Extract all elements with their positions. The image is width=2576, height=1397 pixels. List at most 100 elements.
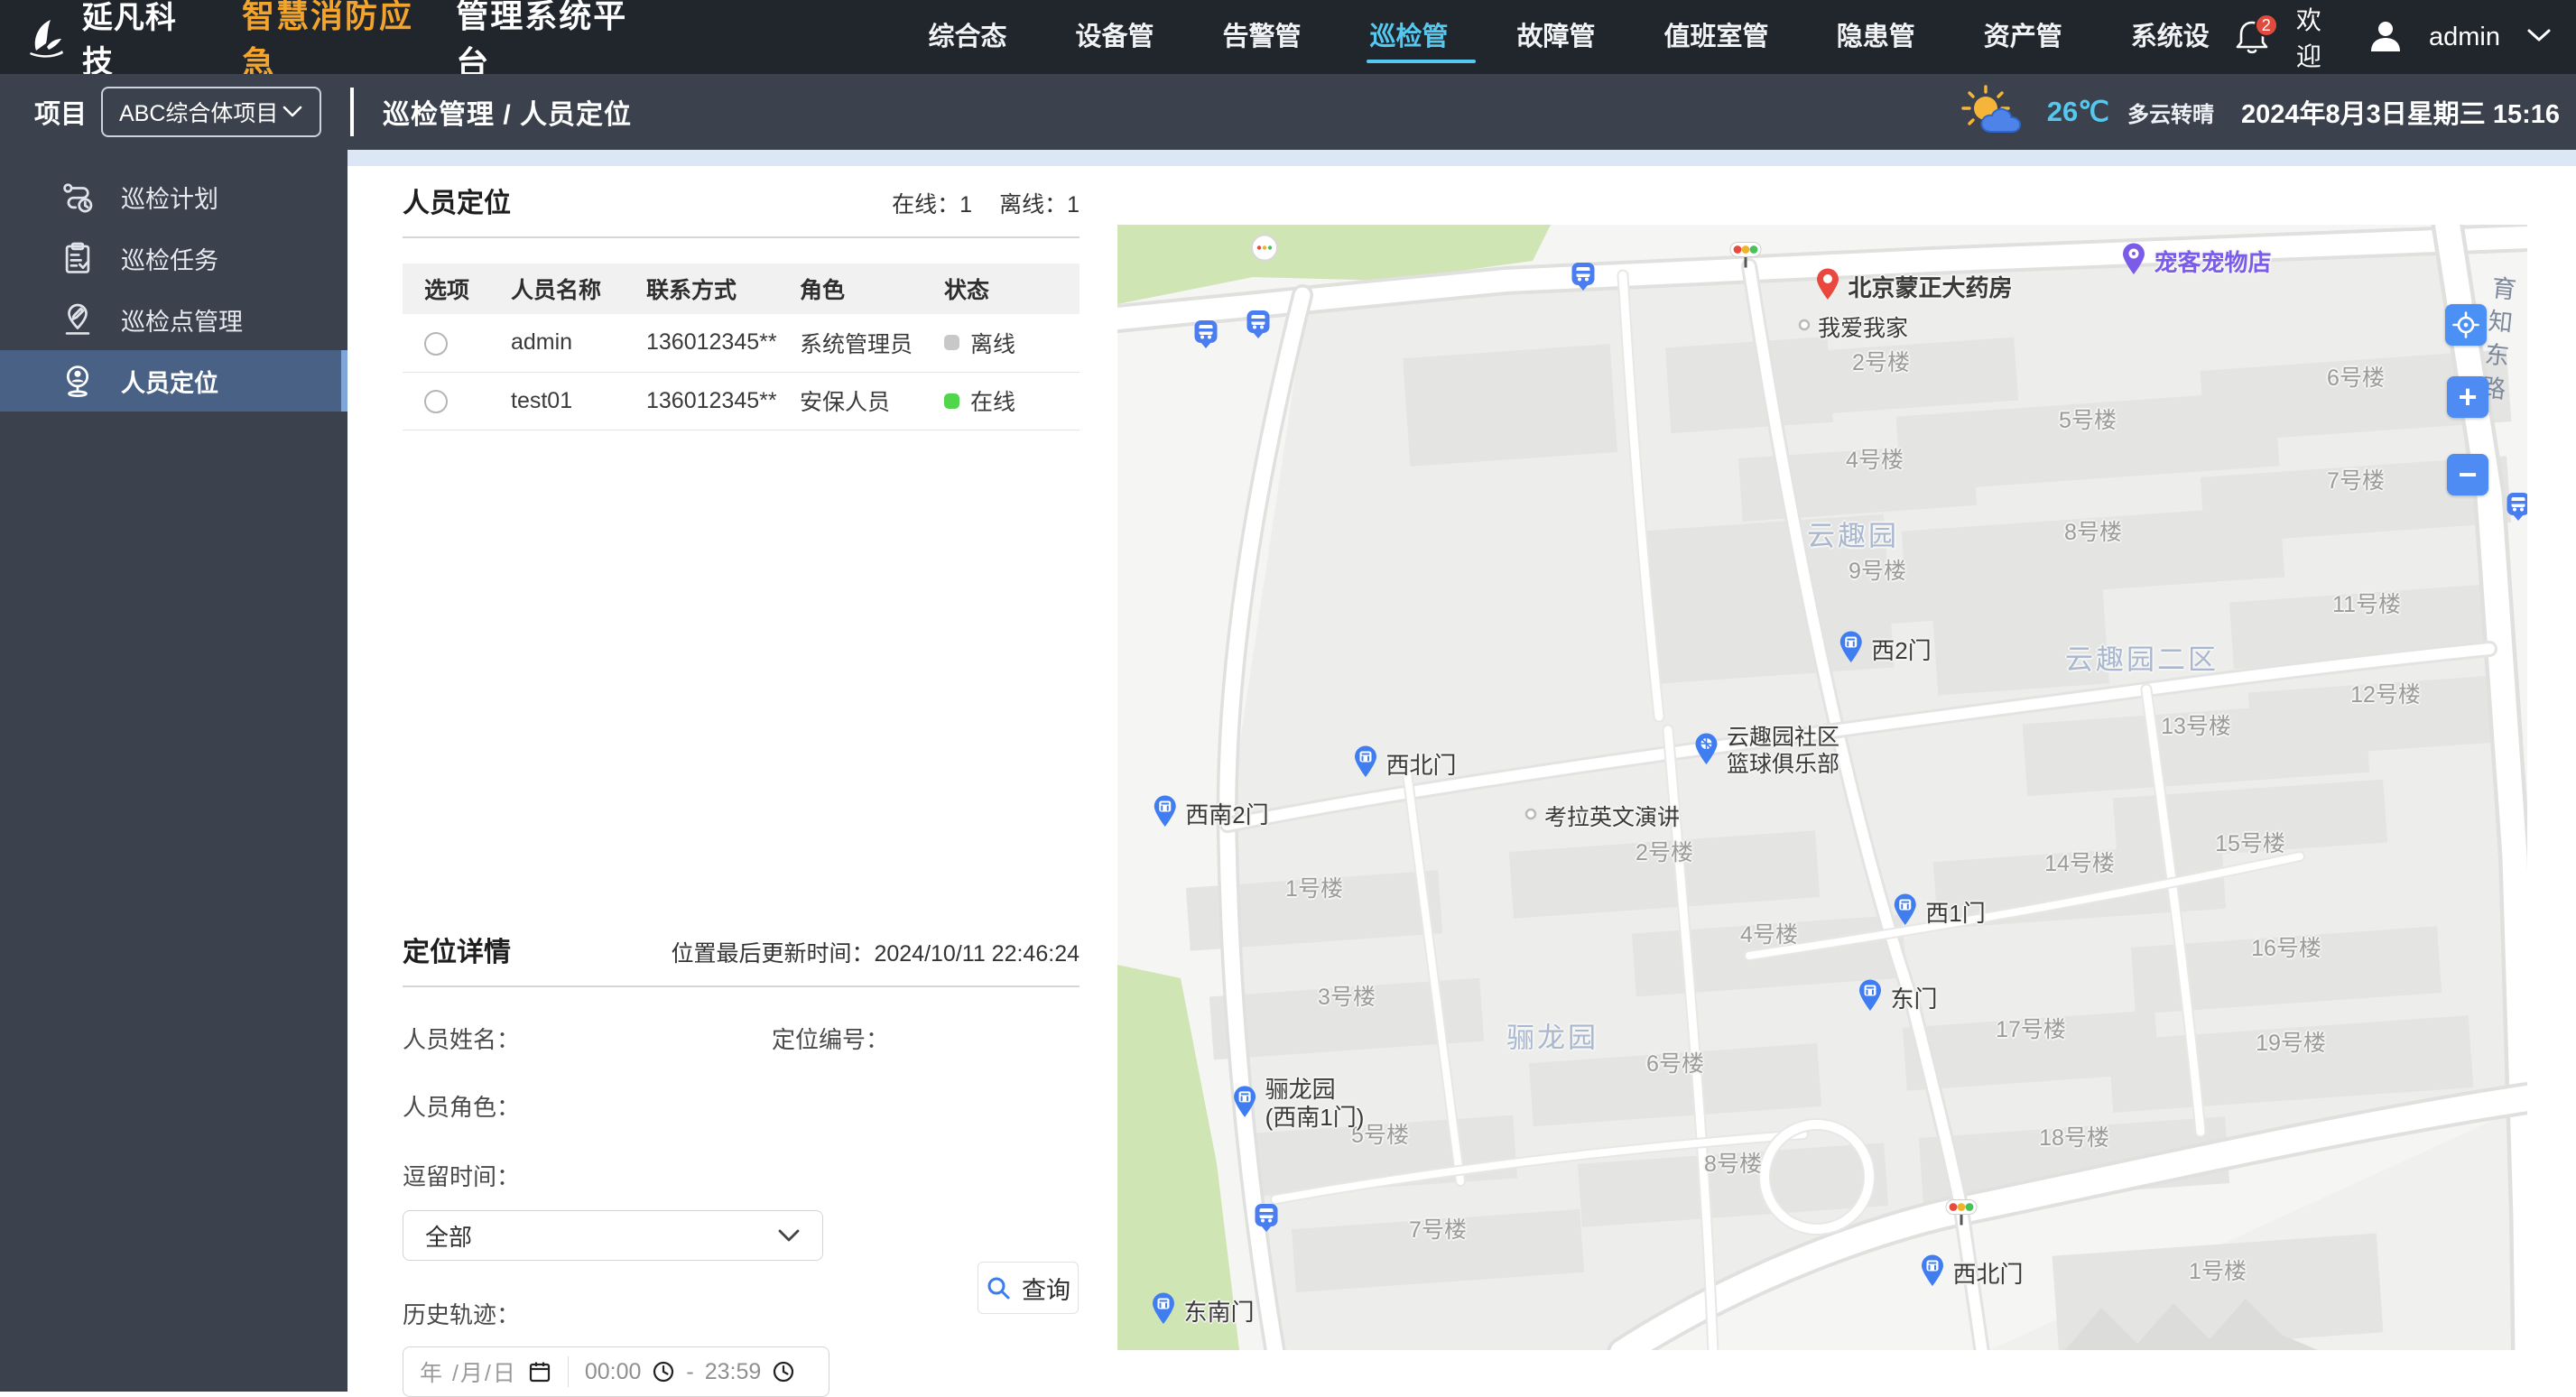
map-label: 6号楼 (2327, 365, 2385, 391)
gate-icon (1838, 630, 1864, 668)
building-label-marker: 9号楼 (1849, 553, 1906, 586)
datetime: 2024年8月3日星期三 15:16 (2241, 100, 2560, 129)
poi-club-marker[interactable]: 云趣园社区 篮球俱乐部 (1693, 724, 1839, 778)
poi-purple-marker[interactable]: 宠客宠物店 (2120, 242, 2272, 280)
map-label: 6号楼 (1646, 1051, 1704, 1077)
history-datetime-input[interactable]: 年 /月/日 00:00 - 23:59 (403, 1346, 829, 1397)
sidebar-item-3[interactable]: 巡检点管理 (0, 289, 347, 350)
map-label: 西2门 (1871, 636, 1932, 664)
poi-dot-marker: 考拉英文演讲 (1524, 800, 1680, 832)
poi-club-icon (1693, 732, 1719, 770)
bus-marker[interactable] (1571, 262, 1596, 296)
bus-marker[interactable] (2507, 492, 2527, 526)
zoom-in-button[interactable]: + (2447, 376, 2488, 418)
user-menu-chevron-icon[interactable] (2525, 26, 2553, 49)
map-label: 7号楼 (2327, 468, 2385, 494)
map-panel[interactable]: 云趣园 云趣园二区 骊龙园 育知东路 2号楼 6号楼 5号楼 4号楼 7号楼 8号楼 9号楼 11号楼… (1117, 225, 2527, 1350)
row-radio-button[interactable] (424, 331, 448, 356)
user-avatar-icon[interactable] (2368, 17, 2404, 58)
poi-dot-icon (1798, 319, 1811, 336)
top-bar: 延凡科技 智慧消防应急 管理系统平台 综合态势设备管理告警管理巡检管理故障管理值… (0, 0, 2576, 125)
traffic-light-icon (1943, 1198, 1979, 1234)
gate-marker[interactable]: 西北门 (1919, 1254, 2024, 1291)
gate-marker[interactable]: 东南门 (1150, 1291, 1255, 1329)
locate-button[interactable] (2445, 304, 2487, 346)
map-label: 16号楼 (2251, 936, 2321, 961)
map-label: 我爱我家 (1817, 316, 1909, 341)
bus-marker[interactable] (1194, 319, 1219, 354)
white-poi-marker[interactable] (1249, 233, 1280, 268)
sidebar-item-2[interactable]: 巡检任务 (0, 227, 347, 289)
row-radio-button[interactable] (424, 389, 448, 413)
top-nav-item[interactable]: 设备管理 (1076, 0, 1178, 125)
map-label: 西北门 (1952, 1260, 2024, 1288)
gate-marker[interactable]: 西南2门 (1152, 794, 1269, 832)
clock-icon[interactable] (772, 1360, 795, 1383)
top-nav-item[interactable]: 告警管理 (1223, 0, 1325, 125)
gate-marker[interactable]: 西2门 (1838, 630, 1932, 668)
bus-marker[interactable] (1255, 1203, 1279, 1237)
map-label-line: 云趣园社区 (1726, 725, 1840, 750)
sidebar-item-4[interactable]: 人员定位 (0, 350, 347, 412)
time-start-value: 00:00 (584, 1358, 642, 1384)
top-nav-item[interactable]: 系统设置 (2131, 0, 2233, 125)
white-poi-icon (1249, 233, 1280, 268)
area-label-marker: 云趣园二区 (2065, 637, 2219, 678)
area-label-marker: 骊龙园 (1506, 1015, 1598, 1056)
stay-time-select[interactable]: 全部 (403, 1210, 823, 1261)
search-icon (987, 1277, 1010, 1300)
offline-dot-icon (944, 335, 959, 351)
top-nav-item[interactable]: 巡检管理 (1366, 0, 1476, 125)
map-label: 3号楼 (1318, 985, 1376, 1010)
gate-marker[interactable]: 东门 (1857, 978, 1938, 1016)
sidebar-item-1[interactable]: 巡检计划 (0, 166, 347, 227)
map-label: 西南2门 (1185, 800, 1269, 828)
map-label: 宠客宠物店 (2154, 248, 2272, 276)
calendar-icon[interactable] (528, 1360, 551, 1383)
map-label: 云趣园二区 (2065, 643, 2219, 676)
map-label: 17号楼 (1996, 1017, 2066, 1042)
building-label-marker: 14号楼 (2044, 846, 2115, 878)
personnel-panel: 人员定位 在线：1 离线：1 选项 人员名称 联系方式 角色 状态 admin 13601… (403, 180, 1080, 430)
weather-temp: 26℃ (2046, 96, 2109, 127)
bus-marker[interactable] (1246, 310, 1271, 344)
map-label-line: (西南1门) (1265, 1104, 1365, 1131)
query-button[interactable]: 查询 (978, 1262, 1079, 1314)
patrol-plan-icon (60, 179, 96, 215)
brand-product-highlight: 智慧消防应急 (242, 0, 414, 81)
top-nav-item[interactable]: 故障管理 (1517, 0, 1619, 125)
poi-red-marker[interactable]: 北京蒙正大药房 (1814, 267, 2013, 305)
building-label-marker: 8号楼 (1704, 1146, 1762, 1179)
top-nav-item[interactable]: 综合态势 (929, 0, 1031, 125)
gate-marker[interactable]: 西北门 (1352, 745, 1457, 782)
traffic-light-marker[interactable] (1943, 1198, 1979, 1234)
user-cluster: 2 欢迎 admin (2233, 1, 2553, 73)
map-label: 北京蒙正大药房 (1848, 273, 2013, 301)
notification-bell-icon[interactable]: 2 (2233, 14, 2278, 57)
poi-dot-icon (1524, 808, 1537, 825)
username[interactable]: admin (2429, 23, 2500, 52)
table-row: admin 136012345** 系统管理员 离线 (403, 314, 1080, 373)
gate-icon (1150, 1291, 1176, 1329)
project-bar: 项目 ABC综合体项目 巡检管理 / 人员定位 26℃ 多云转晴 2024年8月… (0, 74, 2576, 150)
name-cell: test01 (489, 372, 625, 430)
phone-cell: 136012345** (625, 372, 778, 430)
top-nav-item[interactable]: 资产管理 (1984, 0, 2086, 125)
area-label-marker: 云趣园 (1807, 513, 1899, 554)
gate-icon (1152, 794, 1178, 832)
company-logo-icon (23, 14, 69, 60)
map-label: 4号楼 (1740, 922, 1798, 948)
project-select[interactable]: ABC综合体项目 (101, 87, 321, 137)
query-button-label: 查询 (1022, 1276, 1070, 1304)
traffic-light-marker[interactable] (1728, 241, 1764, 276)
clock-icon[interactable] (652, 1360, 675, 1383)
zoom-out-button[interactable]: − (2447, 454, 2488, 495)
gate-marker[interactable]: 西1门 (1892, 893, 1986, 930)
map-label: 1号楼 (1285, 876, 1343, 902)
table-header-cell: 角色 (778, 264, 922, 314)
building-label-marker: 3号楼 (1318, 979, 1376, 1012)
gate-marker[interactable]: 骊龙园 (西南1门) (1232, 1076, 1365, 1132)
brand: 延凡科技 智慧消防应急 管理系统平台 (23, 0, 658, 84)
top-nav-item[interactable]: 隐患管理 (1837, 0, 1939, 125)
top-nav-item[interactable]: 值班室管理 (1664, 0, 1792, 125)
